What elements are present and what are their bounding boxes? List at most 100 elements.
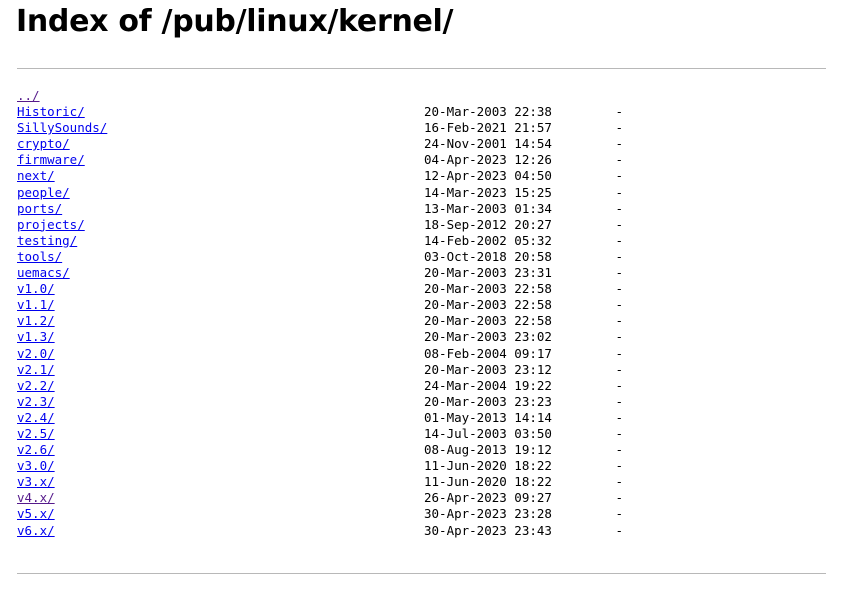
directory-size: -: [615, 136, 623, 152]
directory-size: -: [615, 458, 623, 474]
listing-row: v1.3/20-Mar-2003 23:02 -: [17, 329, 623, 345]
directory-link[interactable]: v2.1/: [17, 362, 55, 378]
directory-link[interactable]: v2.4/: [17, 410, 55, 426]
listing-row: v3.x/11-Jun-2020 18:22 -: [17, 474, 623, 490]
listing-row: v2.1/20-Mar-2003 23:12 -: [17, 362, 623, 378]
directory-link[interactable]: v1.2/: [17, 313, 55, 329]
listing-row: ports/13-Mar-2003 01:34 -: [17, 201, 623, 217]
directory-link[interactable]: crypto/: [17, 136, 70, 152]
listing-row: v2.5/14-Jul-2003 03:50 -: [17, 426, 623, 442]
directory-link[interactable]: v1.1/: [17, 297, 55, 313]
directory-size: -: [615, 377, 623, 393]
parent-directory-link[interactable]: ../: [17, 88, 40, 104]
listing-row: SillySounds/16-Feb-2021 21:57 -: [17, 120, 623, 136]
listing-row: v2.6/08-Aug-2013 19:12 -: [17, 442, 623, 458]
listing-row: v1.0/20-Mar-2003 22:58 -: [17, 281, 623, 297]
directory-link[interactable]: v4.x/: [17, 490, 55, 506]
parent-directory-row: ../: [17, 88, 107, 104]
directory-link[interactable]: v2.0/: [17, 346, 55, 362]
listing-row: crypto/24-Nov-2001 14:54 -: [17, 136, 623, 152]
directory-link[interactable]: v6.x/: [17, 523, 55, 539]
listing-row: v6.x/30-Apr-2023 23:43 -: [17, 523, 623, 539]
directory-link[interactable]: v3.x/: [17, 474, 55, 490]
directory-link[interactable]: uemacs/: [17, 265, 70, 281]
listing-row: v1.1/20-Mar-2003 22:58 -: [17, 297, 623, 313]
directory-link[interactable]: v2.6/: [17, 442, 55, 458]
directory-link[interactable]: v5.x/: [17, 506, 55, 522]
directory-modified-date: 16-Feb-2021 21:57: [424, 120, 552, 136]
directory-link[interactable]: v3.0/: [17, 458, 55, 474]
listing-row: v3.0/11-Jun-2020 18:22 -: [17, 458, 623, 474]
directory-link[interactable]: v2.2/: [17, 378, 55, 394]
directory-size: -: [615, 361, 623, 377]
directory-link[interactable]: SillySounds/: [17, 120, 107, 136]
directory-size: -: [615, 393, 623, 409]
directory-modified-date: 20-Mar-2003 22:58: [424, 297, 552, 313]
page-title: Index of /pub/linux/kernel/: [16, 4, 454, 39]
directory-link[interactable]: projects/: [17, 217, 85, 233]
directory-size: -: [615, 409, 623, 425]
directory-link[interactable]: Historic/: [17, 104, 85, 120]
listing-row: v1.2/20-Mar-2003 22:58 -: [17, 313, 623, 329]
listing-row: people/14-Mar-2023 15:25 -: [17, 185, 623, 201]
directory-modified-date: 20-Mar-2003 23:12: [424, 361, 552, 377]
directory-link[interactable]: v1.0/: [17, 281, 55, 297]
directory-link[interactable]: next/: [17, 168, 55, 184]
directory-size: -: [615, 297, 623, 313]
directory-size: -: [615, 216, 623, 232]
directory-index-page: Index of /pub/linux/kernel/ ../Historic/…: [0, 0, 842, 590]
directory-modified-date: 30-Apr-2023 23:28: [424, 506, 552, 522]
divider-bottom: [17, 573, 826, 574]
directory-link[interactable]: v1.3/: [17, 329, 55, 345]
directory-modified-date: 24-Nov-2001 14:54: [424, 136, 552, 152]
directory-size: -: [615, 313, 623, 329]
directory-link[interactable]: ports/: [17, 201, 62, 217]
directory-size: -: [615, 506, 623, 522]
directory-size: -: [615, 200, 623, 216]
directory-size: -: [615, 329, 623, 345]
listing-row: next/12-Apr-2023 04:50 -: [17, 168, 623, 184]
directory-size: -: [615, 474, 623, 490]
directory-modified-date: 20-Mar-2003 22:58: [424, 281, 552, 297]
directory-modified-date: 11-Jun-2020 18:22: [424, 474, 552, 490]
directory-size: -: [615, 281, 623, 297]
directory-link[interactable]: testing/: [17, 233, 77, 249]
listing-row: v2.4/01-May-2013 14:14 -: [17, 410, 623, 426]
directory-modified-date: 20-Mar-2003 23:31: [424, 265, 552, 281]
listing-row: v2.3/20-Mar-2003 23:23 -: [17, 394, 623, 410]
listing-row: uemacs/20-Mar-2003 23:31 -: [17, 265, 623, 281]
directory-modified-date: 11-Jun-2020 18:22: [424, 458, 552, 474]
listing-row: firmware/04-Apr-2023 12:26 -: [17, 152, 623, 168]
listing-row: v2.0/08-Feb-2004 09:17 -: [17, 346, 623, 362]
directory-modified-date: 20-Mar-2003 23:02: [424, 329, 552, 345]
directory-size: -: [615, 522, 623, 538]
directory-modified-date: 01-May-2013 14:14: [424, 409, 552, 425]
directory-size: -: [615, 168, 623, 184]
directory-modified-date: 18-Sep-2012 20:27: [424, 216, 552, 232]
directory-size: -: [615, 425, 623, 441]
directory-link[interactable]: tools/: [17, 249, 62, 265]
directory-size: -: [615, 490, 623, 506]
directory-link[interactable]: v2.5/: [17, 426, 55, 442]
directory-size: -: [615, 104, 623, 120]
listing-row: testing/14-Feb-2002 05:32 -: [17, 233, 623, 249]
listing-row: v5.x/30-Apr-2023 23:28 -: [17, 506, 623, 522]
directory-modified-date: 26-Apr-2023 09:27: [424, 490, 552, 506]
directory-modified-date: 12-Apr-2023 04:50: [424, 168, 552, 184]
listing-row: v4.x/26-Apr-2023 09:27 -: [17, 490, 623, 506]
divider-top: [17, 68, 826, 69]
directory-modified-date: 20-Mar-2003 22:38: [424, 104, 552, 120]
directory-link[interactable]: firmware/: [17, 152, 85, 168]
directory-modified-date: 14-Jul-2003 03:50: [424, 425, 552, 441]
directory-modified-date: 30-Apr-2023 23:43: [424, 522, 552, 538]
directory-link[interactable]: people/: [17, 185, 70, 201]
directory-modified-date: 24-Mar-2004 19:22: [424, 377, 552, 393]
directory-size: -: [615, 152, 623, 168]
directory-size: -: [615, 265, 623, 281]
directory-size: -: [615, 120, 623, 136]
directory-size: -: [615, 248, 623, 264]
directory-size: -: [615, 442, 623, 458]
listing-row: Historic/20-Mar-2003 22:38 -: [17, 104, 623, 120]
directory-link[interactable]: v2.3/: [17, 394, 55, 410]
directory-modified-date: 14-Feb-2002 05:32: [424, 232, 552, 248]
